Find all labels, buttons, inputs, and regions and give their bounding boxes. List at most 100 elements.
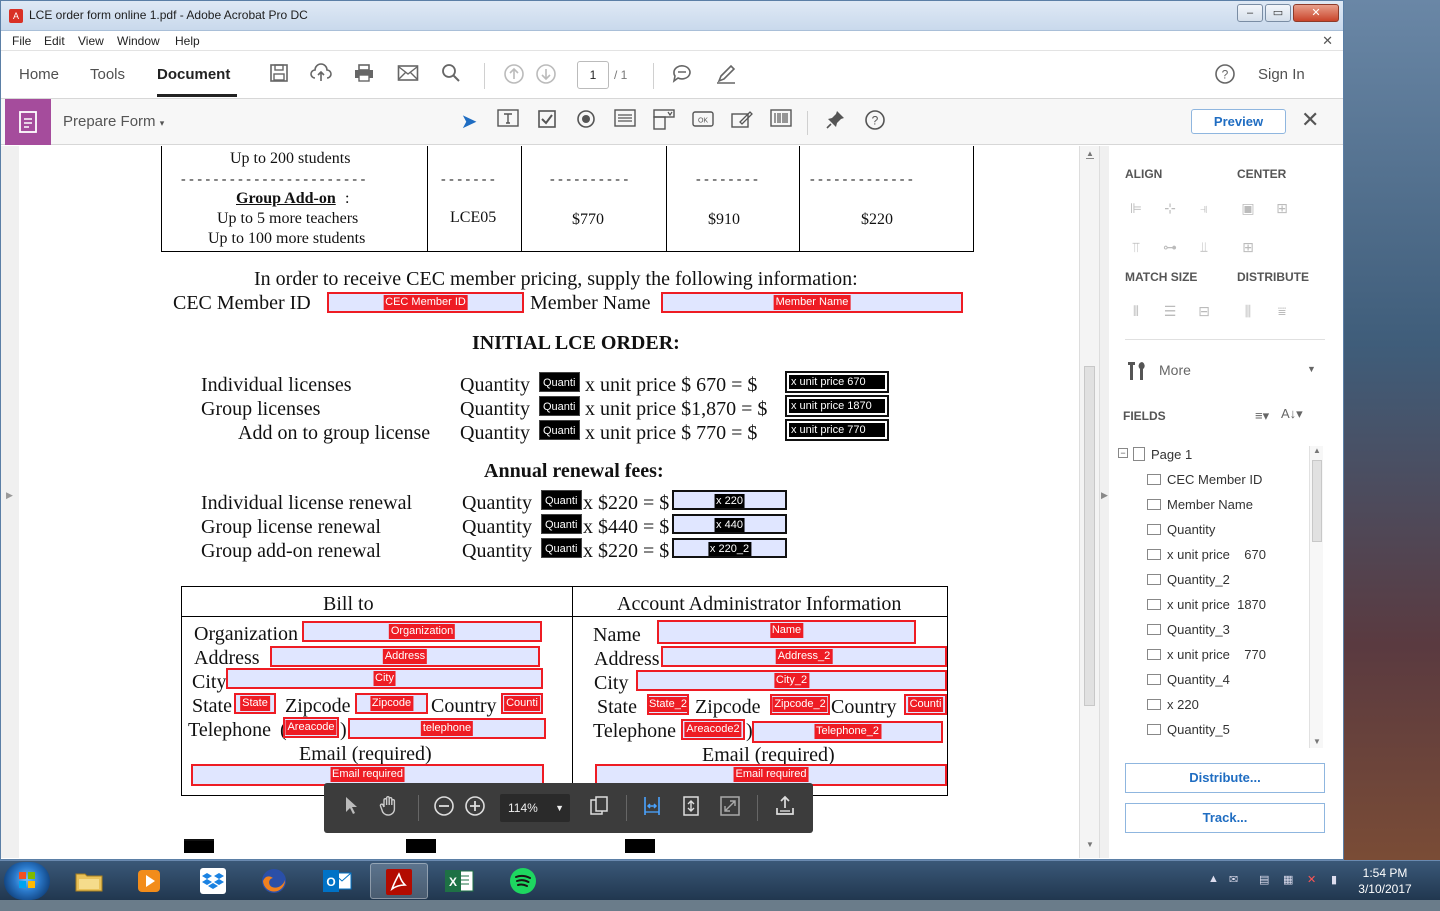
telephone-field[interactable]: telephone: [348, 718, 546, 739]
menu-help[interactable]: Help: [175, 34, 200, 48]
telephone-2-field[interactable]: Telephone_2: [752, 721, 943, 743]
collapse-icon[interactable]: −: [1118, 448, 1128, 458]
tree-field-item[interactable]: x unit price 770: [1147, 647, 1266, 662]
nav-document[interactable]: Document: [157, 66, 230, 83]
fit-page-icon[interactable]: [678, 795, 704, 821]
chevron-down-icon[interactable]: ▼: [1307, 364, 1316, 374]
help-icon[interactable]: ?: [862, 109, 888, 135]
pin-icon[interactable]: [823, 109, 849, 135]
volume-muted-icon[interactable]: ✕: [1307, 873, 1316, 886]
preview-button[interactable]: Preview: [1191, 109, 1286, 134]
x-440-field[interactable]: x 440: [672, 514, 787, 534]
state-field[interactable]: State: [234, 693, 276, 714]
align-top-icon[interactable]: ⫪: [1125, 237, 1147, 257]
x-220-field[interactable]: x 220: [672, 490, 787, 510]
areacode-2-field[interactable]: Areacode2: [681, 719, 745, 740]
menu-edit[interactable]: Edit: [44, 34, 65, 48]
tree-field-item[interactable]: Quantity: [1147, 522, 1215, 537]
signature-field-tool-icon[interactable]: [729, 109, 755, 135]
spotify-icon[interactable]: [494, 863, 552, 899]
scroll-down-icon[interactable]: ▼: [1086, 840, 1094, 849]
file-explorer-icon[interactable]: [60, 863, 118, 899]
button-tool-icon[interactable]: OK: [690, 109, 716, 135]
left-panel-toggle[interactable]: ▶: [1, 146, 19, 858]
center-horizontal-icon[interactable]: ▣: [1237, 198, 1259, 218]
page-display-icon[interactable]: [586, 795, 612, 821]
full-screen-icon[interactable]: [717, 795, 743, 821]
align-center-vertical-icon[interactable]: ⊹: [1159, 198, 1181, 218]
close-prepare-form-icon[interactable]: ✕: [1301, 107, 1319, 133]
address-field[interactable]: Address: [270, 646, 540, 667]
zoom-in-icon[interactable]: [462, 795, 488, 821]
quantity-field[interactable]: Quanti: [539, 396, 580, 416]
list-box-tool-icon[interactable]: [612, 109, 638, 135]
more-label[interactable]: More: [1159, 362, 1191, 378]
select-cursor-icon[interactable]: ➤: [456, 109, 482, 135]
zipcode-2-field[interactable]: Zipcode_2: [770, 694, 830, 715]
center-vertical-icon[interactable]: ⊞: [1271, 198, 1293, 218]
country-2-field[interactable]: Counti: [904, 694, 947, 715]
prepare-form-menu[interactable]: Prepare Form ▾: [63, 113, 164, 130]
print-icon[interactable]: [351, 63, 377, 89]
close-button[interactable]: ✕: [1293, 4, 1339, 22]
start-button[interactable]: [4, 862, 50, 900]
select-arrow-icon[interactable]: [338, 795, 364, 821]
address-2-field[interactable]: Address_2: [661, 646, 947, 667]
country-field[interactable]: Counti: [501, 693, 543, 714]
x-220-2-field[interactable]: x 220_2: [672, 538, 787, 558]
match-width-icon[interactable]: ⫴: [1125, 301, 1147, 321]
maximize-button[interactable]: ▭: [1265, 4, 1291, 22]
show-hidden-icons[interactable]: ▲: [1208, 873, 1219, 885]
distribute-button[interactable]: Distribute...: [1125, 763, 1325, 793]
center-both-icon[interactable]: ⊞: [1237, 237, 1259, 257]
mail-tray-icon[interactable]: ✉: [1229, 873, 1238, 886]
checkbox-field-partial[interactable]: [184, 839, 214, 853]
sign-in-link[interactable]: Sign In: [1258, 66, 1305, 83]
menu-view[interactable]: View: [78, 34, 104, 48]
nav-home[interactable]: Home: [19, 66, 59, 83]
scroll-up-icon[interactable]: ▲: [1313, 446, 1321, 455]
sign-pen-icon[interactable]: [713, 63, 739, 89]
radio-button-tool-icon[interactable]: [573, 109, 599, 135]
firefox-icon[interactable]: [245, 863, 303, 899]
x-unit-price-770-field[interactable]: x unit price 770: [785, 419, 889, 441]
page-number-input[interactable]: 1: [577, 61, 609, 89]
distribute-vertical-icon[interactable]: ⩸: [1271, 301, 1293, 321]
organization-field[interactable]: Organization: [302, 621, 542, 642]
right-panel-splitter[interactable]: ▶: [1099, 146, 1109, 858]
tree-field-item[interactable]: x 220: [1147, 697, 1199, 712]
sort-alpha-icon[interactable]: A↓▾: [1281, 406, 1303, 422]
tree-field-item[interactable]: Quantity_5: [1147, 722, 1230, 737]
tree-field-item[interactable]: x unit price 670: [1147, 547, 1266, 562]
tree-field-item[interactable]: Quantity_2: [1147, 572, 1230, 587]
comment-icon[interactable]: [669, 63, 695, 89]
quantity-field[interactable]: Quanti: [541, 514, 582, 534]
x-unit-price-1870-field[interactable]: x unit price 1870: [785, 395, 889, 417]
align-left-icon[interactable]: ⊫: [1125, 198, 1147, 218]
checkbox-tool-icon[interactable]: [534, 109, 560, 135]
quantity-field[interactable]: Quanti: [539, 372, 580, 392]
tree-page-label[interactable]: Page 1: [1151, 447, 1192, 462]
x-unit-price-670-field[interactable]: x unit price 670: [785, 371, 889, 393]
city-2-field[interactable]: City_2: [636, 670, 947, 691]
zipcode-field[interactable]: Zipcode: [355, 693, 428, 714]
next-page-icon[interactable]: [533, 63, 559, 89]
email-icon[interactable]: [395, 63, 421, 89]
match-both-icon[interactable]: ⊟: [1193, 301, 1215, 321]
sort-options-icon[interactable]: ≡▾: [1255, 408, 1269, 424]
search-icon[interactable]: [438, 63, 464, 89]
quantity-field[interactable]: Quanti: [541, 490, 582, 510]
distribute-horizontal-icon[interactable]: ⫼: [1237, 301, 1259, 321]
system-clock[interactable]: 1:54 PM 3/10/2017: [1355, 865, 1415, 897]
save-icon[interactable]: [266, 63, 292, 89]
menu-file[interactable]: File: [12, 34, 31, 48]
member-name-field[interactable]: Member Name: [661, 292, 963, 313]
tree-field-item[interactable]: Quantity_4: [1147, 672, 1230, 687]
upload-cloud-icon[interactable]: [308, 63, 334, 89]
quantity-field[interactable]: Quanti: [539, 420, 580, 440]
city-field[interactable]: City: [226, 668, 543, 689]
admin-name-field[interactable]: Name: [657, 620, 916, 644]
minimize-button[interactable]: –: [1237, 4, 1263, 22]
excel-icon[interactable]: X: [430, 863, 488, 899]
tree-field-item[interactable]: Quantity_3: [1147, 622, 1230, 637]
